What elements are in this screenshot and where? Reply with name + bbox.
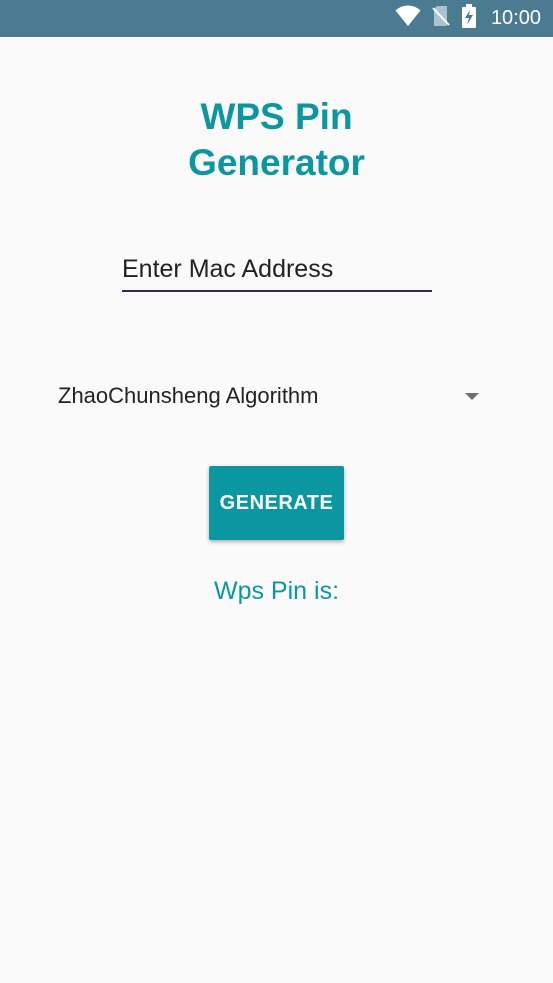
status-bar: 10:00: [0, 0, 553, 37]
wps-pin-result-label: Wps Pin is:: [213, 577, 340, 605]
status-icons: 10:00: [395, 0, 541, 37]
no-sim-icon: [431, 5, 451, 32]
dropdown-arrow-icon: [465, 392, 479, 400]
app-title: WPS Pin Generator: [0, 94, 553, 186]
mac-address-field[interactable]: [122, 248, 432, 292]
wifi-icon: [395, 5, 421, 32]
battery-charging-icon: [461, 4, 477, 33]
app-title-line-2: Generator: [188, 142, 365, 183]
status-time: 10:00: [490, 7, 541, 29]
algorithm-selected-value: ZhaoChunsheng Algorithm: [58, 383, 319, 408]
app-title-line-1: WPS Pin: [200, 96, 353, 137]
mac-address-input[interactable]: [122, 248, 432, 290]
algorithm-dropdown[interactable]: ZhaoChunsheng Algorithm: [58, 376, 483, 416]
generate-button[interactable]: GENERATE: [209, 466, 344, 540]
